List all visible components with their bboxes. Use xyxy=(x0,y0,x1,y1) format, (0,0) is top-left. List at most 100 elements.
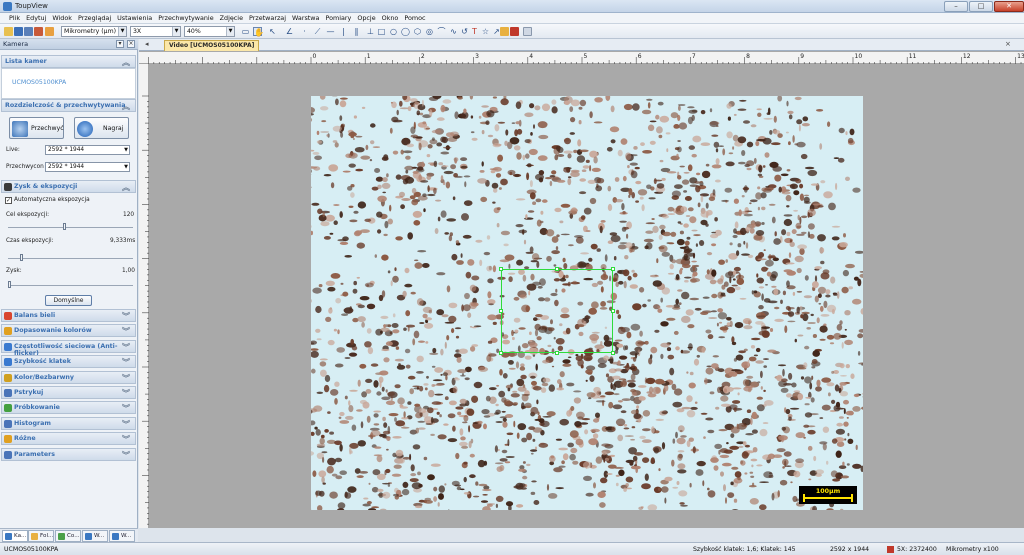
section-collapsed[interactable]: Parameters ︾ xyxy=(1,447,136,461)
select-rect-icon[interactable]: ▭ xyxy=(241,27,250,36)
export-icon[interactable] xyxy=(510,27,519,36)
ellipse-icon[interactable]: ○ xyxy=(389,27,398,36)
section-collapsed[interactable]: Próbkowanie ︾ xyxy=(1,401,136,415)
menu-item[interactable]: Opcje xyxy=(354,13,378,23)
section-collapsed[interactable]: Balans bieli ︾ xyxy=(1,309,136,322)
scale-bar[interactable]: 100µm xyxy=(799,486,857,504)
menu-item[interactable]: Przeglądaj xyxy=(75,13,114,23)
roi-rectangle[interactable] xyxy=(499,267,615,355)
panel-tab[interactable]: W... xyxy=(109,530,135,542)
polygon-icon[interactable]: ⬡ xyxy=(413,27,422,36)
line-icon[interactable]: ⟋ xyxy=(313,27,322,36)
open-folder-icon[interactable] xyxy=(45,27,54,36)
menu-item[interactable]: Zdjęcie xyxy=(217,13,246,23)
section-collapsed[interactable]: Kolor/Bezbarwny ︾ xyxy=(1,370,136,384)
layer-icon[interactable] xyxy=(500,27,509,36)
close-button[interactable]: ✕ xyxy=(994,1,1024,12)
status-fps: Szybkość klatek: 1,6; Klatek: 145 xyxy=(693,546,796,553)
vertical-line-icon[interactable]: | xyxy=(339,27,348,36)
ruler-label: 6 xyxy=(638,53,642,60)
ruler-label: 3 xyxy=(475,53,479,60)
panel-tab[interactable]: Ka... xyxy=(2,530,28,542)
camera-list: UCMOS05100KPA xyxy=(1,68,136,99)
menu-item[interactable]: Warstwa xyxy=(289,13,322,23)
angle-icon[interactable]: ∠ xyxy=(285,27,294,36)
angle-arc-icon[interactable]: ↺ xyxy=(460,27,469,36)
print-icon[interactable] xyxy=(34,27,43,36)
save-all-icon[interactable] xyxy=(24,27,33,36)
panel-tab[interactable]: W... xyxy=(82,530,108,542)
time-slider[interactable] xyxy=(8,258,133,259)
rectangle-icon[interactable]: □ xyxy=(377,27,386,36)
capture-button[interactable]: Przechwyć xyxy=(9,117,64,139)
panel-tab[interactable]: Fol... xyxy=(28,530,54,542)
ruler-left xyxy=(139,64,149,528)
maximize-button[interactable]: □ xyxy=(969,1,993,12)
zoom-select[interactable]: 40% ▼ xyxy=(184,26,235,37)
section-label: Pstrykuj xyxy=(14,389,44,396)
record-button[interactable]: Nagraj xyxy=(74,117,129,139)
section-resolution[interactable]: Rozdzielczość & przechwytywania ︽ xyxy=(1,99,136,112)
menu-item[interactable]: Przetwarzaj xyxy=(246,13,289,23)
gain-slider-thumb[interactable] xyxy=(8,281,11,288)
play-icon xyxy=(77,121,93,137)
section-camera-list[interactable]: Lista kamer ︽ xyxy=(1,55,136,68)
horizontal-line-icon[interactable]: — xyxy=(326,27,335,36)
section-label: Parameters xyxy=(14,450,56,458)
section-collapsed[interactable]: Częstotliwość sieciowa (Anti-flicker) ︾ xyxy=(1,339,136,357)
section-collapsed[interactable]: Różne ︾ xyxy=(1,432,136,446)
camera-item[interactable]: UCMOS05100KPA xyxy=(12,79,66,86)
new-file-icon[interactable] xyxy=(4,27,13,36)
menu-item[interactable]: Pomoc xyxy=(401,13,428,23)
tab-close-icon[interactable]: × xyxy=(1005,40,1011,48)
menu-item[interactable]: Przechwytywanie xyxy=(155,13,216,23)
target-slider[interactable] xyxy=(8,227,133,228)
target-icon[interactable]: ◎ xyxy=(425,27,434,36)
chevron-down-icon: ︾ xyxy=(122,312,130,321)
chevron-up-icon: ︽ xyxy=(122,102,130,111)
section-collapsed[interactable]: Szybkość klatek ︾ xyxy=(1,355,136,369)
section-collapsed[interactable]: Histogram ︾ xyxy=(1,416,136,430)
circle-icon[interactable]: ◯ xyxy=(401,27,410,36)
menu-item[interactable]: Plik xyxy=(6,13,23,23)
unit-select[interactable]: Mikrometry (µm) ▼ xyxy=(61,26,127,37)
menu-item[interactable]: Widok xyxy=(49,13,75,23)
arc-icon[interactable]: ⌒ xyxy=(437,27,446,36)
pointer-icon[interactable]: ↖ xyxy=(268,27,277,36)
tab-scroll-left-icon[interactable]: ◂ xyxy=(145,40,149,48)
curve-icon[interactable]: ∿ xyxy=(449,27,458,36)
calibrate-icon[interactable] xyxy=(523,27,532,36)
section-label: Dopasowanie kolorów xyxy=(14,327,92,335)
capture-resolution-select[interactable]: 2592 * 1944 ▼ xyxy=(45,162,130,172)
panel-pin-button[interactable]: ▾ xyxy=(116,40,124,48)
tab-icon xyxy=(5,533,12,540)
time-slider-thumb[interactable] xyxy=(20,254,24,261)
live-resolution-select[interactable]: 2592 * 1944 ▼ xyxy=(45,145,130,155)
target-slider-thumb[interactable] xyxy=(62,223,66,230)
dot-icon[interactable]: · xyxy=(300,27,309,36)
save-icon[interactable] xyxy=(14,27,23,36)
panel-close-button[interactable]: × xyxy=(127,40,135,48)
panel-tab[interactable]: Co... xyxy=(55,530,81,542)
ruler-label: 7 xyxy=(692,53,696,60)
star-icon[interactable]: ☆ xyxy=(481,27,490,36)
section-exposure[interactable]: Zysk & ekspozycji ︽ xyxy=(1,180,136,193)
menu-item[interactable]: Okno xyxy=(379,13,402,23)
menu-item[interactable]: Edytuj xyxy=(23,13,49,23)
default-button[interactable]: Domyślne xyxy=(45,295,92,306)
exposure-icon xyxy=(4,183,12,191)
text-icon[interactable]: T xyxy=(470,27,479,36)
perpendicular-icon[interactable]: ⊥ xyxy=(366,27,375,36)
hand-icon[interactable]: ✋ xyxy=(253,27,264,37)
tab-video[interactable]: Video [UCMOS05100KPA] xyxy=(164,40,260,51)
auto-exposure-checkbox[interactable]: ✓ xyxy=(5,197,12,204)
section-icon xyxy=(4,435,12,444)
minimize-button[interactable]: – xyxy=(944,1,968,12)
section-collapsed[interactable]: Dopasowanie kolorów ︾ xyxy=(1,324,136,338)
gain-slider[interactable] xyxy=(8,285,133,286)
magnification-select[interactable]: 3X ▼ xyxy=(130,26,181,37)
menu-item[interactable]: Pomiary xyxy=(322,13,354,23)
section-collapsed[interactable]: Pstrykuj ︾ xyxy=(1,386,136,399)
parallel-icon[interactable]: ∥ xyxy=(352,27,361,36)
menu-item[interactable]: Ustawienia xyxy=(114,13,155,23)
